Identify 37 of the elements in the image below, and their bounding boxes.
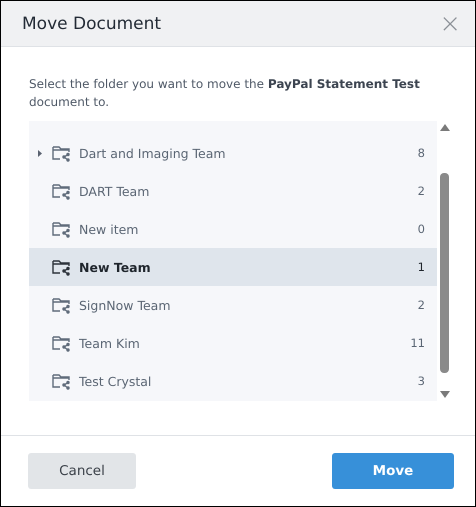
shared-folder-icon (52, 296, 71, 314)
scroll-down-icon[interactable] (440, 391, 450, 398)
folder-name: DART Team (79, 184, 150, 198)
close-button[interactable]: × (439, 10, 461, 36)
shared-folder-icon (52, 334, 71, 352)
document-count: 8 (418, 146, 425, 160)
document-count: 2 (418, 298, 425, 312)
shared-folder-icon (52, 182, 71, 200)
folder-name: New item (79, 222, 140, 236)
folder-row[interactable]: Test Crystal 3 (29, 362, 437, 400)
cancel-button[interactable]: Cancel (28, 453, 136, 489)
folder-name: Team Kim (79, 336, 141, 350)
folder-row[interactable]: New item 0 (29, 210, 437, 248)
scrollbar-thumb[interactable] (440, 173, 449, 373)
document-count: 11 (410, 336, 425, 350)
folder-name: Test Crystal (79, 374, 152, 388)
shared-folder-icon (52, 372, 71, 390)
folder-row[interactable]: New Team 1 (29, 248, 437, 286)
document-count: 3 (418, 374, 425, 388)
folder-row[interactable]: Team Kim 11 (29, 324, 437, 362)
caret-icon[interactable] (38, 150, 42, 156)
shared-folder-icon (52, 144, 71, 162)
document-count: 0 (418, 222, 425, 236)
folder-row[interactable]: Dart and Imaging Team 8 (29, 134, 437, 172)
folder-name: Dart and Imaging Team (79, 146, 227, 160)
move-button[interactable]: Move (332, 453, 454, 489)
document-count: 2 (418, 184, 425, 198)
folder-name: SignNow Team (79, 298, 172, 312)
document-count: 1 (418, 260, 425, 274)
folder-row[interactable]: SignNow Team 2 (29, 286, 437, 324)
shared-folder-icon (52, 220, 71, 238)
scroll-up-icon[interactable] (440, 124, 450, 131)
shared-folder-icon (52, 258, 71, 276)
folder-name: New Team (79, 260, 152, 274)
instruction-text: Select the folder you want to move the PayPal Statement Test document to. (29, 76, 421, 111)
folder-row[interactable]: DART Team 2 (29, 172, 437, 210)
dialog-title: Move Document (22, 14, 162, 34)
